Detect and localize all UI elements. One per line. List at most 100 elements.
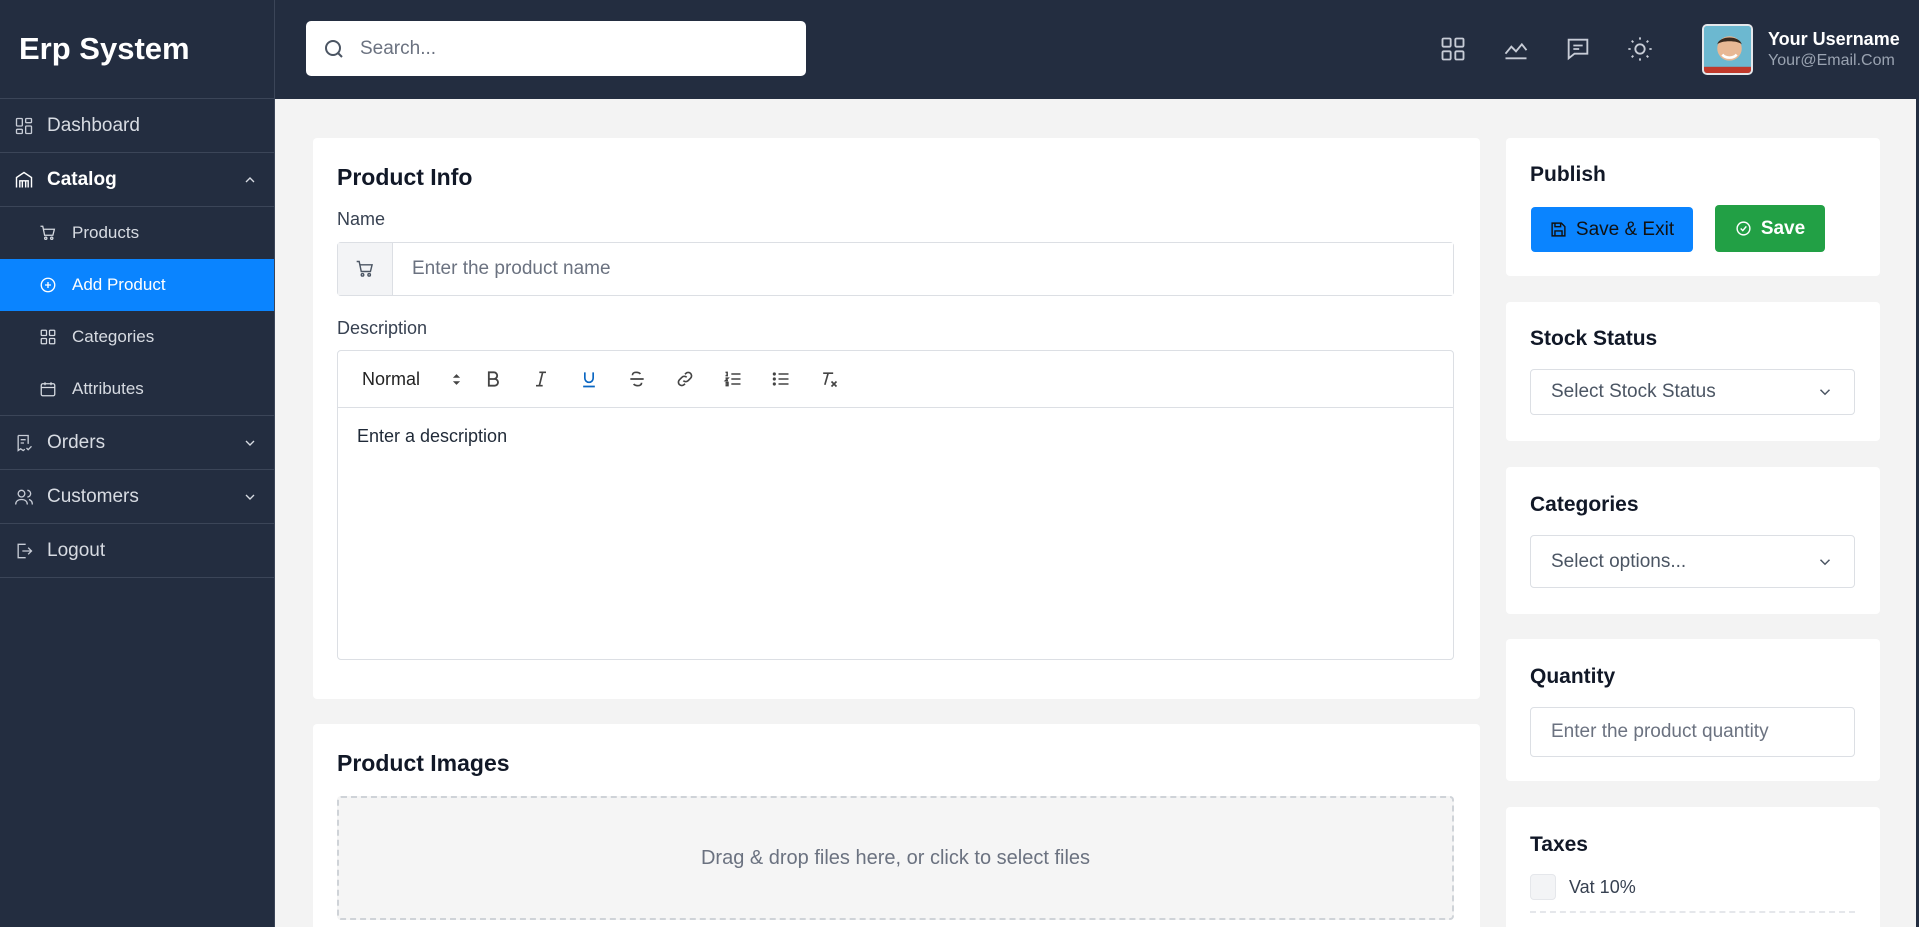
categories-placeholder: Select options...	[1551, 550, 1687, 572]
sidebar-item-catalog[interactable]: Catalog	[0, 153, 274, 207]
save-button[interactable]: Save	[1715, 205, 1825, 252]
product-info-title: Product Info	[337, 164, 473, 190]
users-icon	[14, 487, 34, 507]
publish-card: Publish Save & Exit Save	[1506, 138, 1880, 276]
vat-checkbox[interactable]	[1530, 874, 1556, 900]
chevron-up-icon	[245, 176, 255, 182]
grid-icon	[39, 328, 57, 346]
product-images-card: Product Images Drag & drop files here, o…	[313, 724, 1480, 927]
underline-icon	[583, 372, 595, 388]
sort-arrows-icon	[452, 373, 461, 385]
sidebar-item-label: Dashboard	[47, 114, 140, 136]
catalog-submenu: Products Add Product Categories Attribut…	[0, 207, 274, 416]
clear-format-button[interactable]	[805, 351, 853, 408]
quantity-input[interactable]	[1530, 707, 1855, 757]
format-select[interactable]: Normal	[362, 369, 469, 390]
format-select-value: Normal	[362, 368, 421, 389]
categories-card: Categories Select options...	[1506, 467, 1880, 614]
italic-button[interactable]	[517, 351, 565, 408]
receipt-icon	[14, 433, 34, 453]
stock-status-select[interactable]: Select Stock Status	[1530, 369, 1855, 415]
check-circle-icon	[1736, 221, 1751, 236]
product-info-card: Product Info Name Description Normal	[313, 138, 1480, 699]
sidebar-item-label: Customers	[47, 485, 139, 507]
sidebar-item-logout[interactable]: Logout	[0, 524, 274, 578]
search-icon	[325, 39, 343, 58]
chevron-down-icon	[1819, 558, 1831, 565]
sidebar-item-orders[interactable]: Orders	[0, 416, 274, 470]
link-icon	[677, 371, 693, 387]
categories-select[interactable]: Select options...	[1530, 535, 1855, 588]
top-bar: Your Username Your@Email.Com	[275, 0, 1919, 99]
description-label: Description	[337, 318, 428, 338]
sidebar-item-dashboard[interactable]: Dashboard	[0, 99, 274, 153]
save-exit-label: Save & Exit	[1575, 218, 1675, 240]
avatar[interactable]	[1702, 24, 1753, 75]
chevron-down-icon	[1819, 389, 1831, 396]
strikethrough-button[interactable]	[613, 351, 661, 408]
stock-status-card: Stock Status Select Stock Status	[1506, 302, 1880, 441]
calendar-icon	[39, 380, 57, 398]
stock-status-placeholder: Select Stock Status	[1551, 381, 1716, 402]
clear-format-icon	[823, 372, 838, 388]
underline-button[interactable]	[565, 351, 613, 408]
name-field-addon	[338, 243, 393, 295]
dashboard-icon	[14, 116, 34, 136]
sun-icon[interactable]	[1626, 35, 1654, 63]
categories-title: Categories	[1530, 493, 1639, 516]
strikethrough-icon	[630, 371, 644, 387]
taxes-card: Taxes Vat 10%	[1506, 807, 1880, 927]
sidebar-item-categories[interactable]: Categories	[0, 311, 274, 363]
chevron-down-icon	[245, 494, 255, 500]
cart-icon	[356, 260, 373, 277]
quantity-card: Quantity	[1506, 639, 1880, 781]
editor-toolbar: Normal	[338, 351, 1453, 408]
sidebar-item-label: Categories	[72, 327, 155, 346]
quantity-title: Quantity	[1530, 665, 1616, 688]
bold-button[interactable]	[469, 351, 517, 408]
chevron-down-icon	[245, 440, 255, 446]
bullet-list-icon	[772, 372, 789, 386]
description-editor: Normal Enter a description	[337, 350, 1454, 660]
floppy-disk-icon	[1551, 222, 1566, 237]
sidebar-item-products[interactable]: Products	[0, 207, 274, 259]
stock-status-title: Stock Status	[1530, 327, 1658, 350]
taxes-title: Taxes	[1530, 833, 1588, 856]
user-email: Your@Email.Com	[1768, 51, 1895, 69]
editor-content[interactable]: Enter a description	[338, 408, 1453, 465]
publish-title: Publish	[1530, 163, 1606, 186]
user-profile[interactable]: Your Username Your@Email.Com	[1702, 24, 1900, 75]
search-input[interactable]	[360, 37, 780, 60]
sidebar-item-label: Catalog	[47, 168, 117, 190]
ordered-list-icon	[723, 371, 741, 387]
bullet-list-button[interactable]	[757, 351, 805, 408]
sidebar-item-label: Attributes	[72, 379, 144, 398]
store-icon	[14, 170, 34, 190]
product-name-field[interactable]	[337, 242, 1454, 296]
sidebar-item-add-product[interactable]: Add Product	[0, 259, 274, 311]
save-exit-button[interactable]: Save & Exit	[1531, 207, 1693, 252]
image-dropzone[interactable]: Drag & drop files here, or click to sele…	[337, 796, 1454, 920]
app-title: Erp System	[0, 0, 274, 99]
sidebar: Erp System Dashboard Catalog Products Ad…	[0, 0, 275, 927]
message-icon[interactable]	[1564, 35, 1592, 63]
sidebar-item-label: Products	[72, 223, 140, 242]
avatar-image	[1704, 26, 1751, 73]
tax-divider	[1530, 911, 1855, 913]
sidebar-item-customers[interactable]: Customers	[0, 470, 274, 524]
cart-icon	[39, 224, 57, 242]
apps-grid-icon[interactable]	[1439, 35, 1467, 63]
user-info: Your Username Your@Email.Com	[1768, 29, 1900, 69]
product-name-input[interactable]	[393, 243, 1453, 295]
ordered-list-button[interactable]	[709, 351, 757, 408]
sidebar-item-attributes[interactable]: Attributes	[0, 363, 274, 415]
name-label: Name	[337, 209, 386, 229]
vat-label: Vat 10%	[1569, 877, 1636, 897]
search-bar[interactable]	[306, 21, 806, 76]
plus-circle-icon	[39, 276, 57, 294]
chart-icon[interactable]	[1502, 35, 1530, 63]
sidebar-item-label: Logout	[47, 539, 106, 561]
link-button[interactable]	[661, 351, 709, 408]
bold-icon	[487, 371, 499, 387]
logout-icon	[14, 541, 34, 561]
